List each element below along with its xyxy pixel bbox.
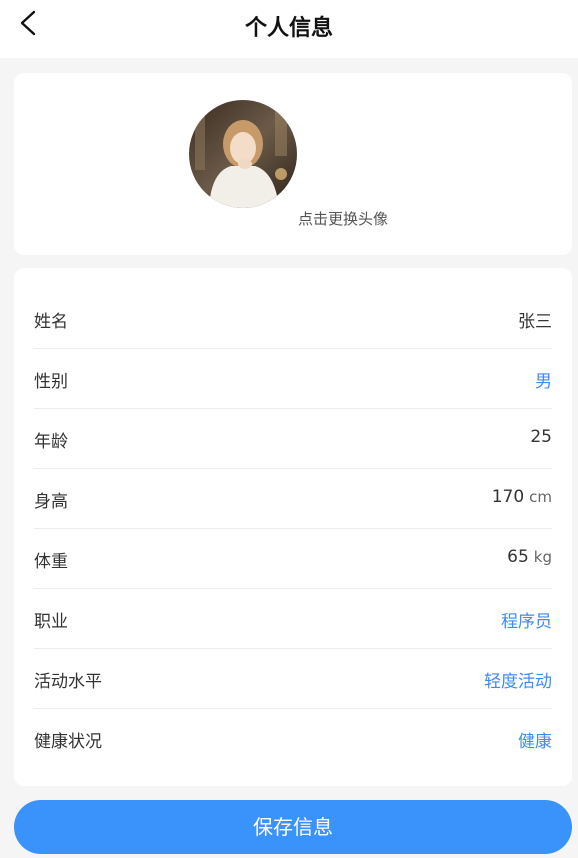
health-status-value[interactable]: 健康 <box>518 727 552 752</box>
age-label: 年龄 <box>34 432 68 452</box>
avatar-card: 点击更换头像 <box>14 73 572 255</box>
avatar[interactable] <box>189 100 297 208</box>
profile-row-name[interactable]: 姓名 张三 <box>34 288 552 349</box>
gender-value[interactable]: 男 <box>535 367 552 392</box>
profile-row-activity-level[interactable]: 活动水平 轻度活动 <box>34 648 552 709</box>
page-title: 个人信息 <box>244 16 333 41</box>
gender-label: 性别 <box>34 372 68 392</box>
weight-value-group: 65 kg <box>507 547 552 567</box>
profile-row-weight[interactable]: 体重 65 kg <box>34 528 552 589</box>
profile-row-age[interactable]: 年龄 25 <box>34 408 552 469</box>
activity-level-value[interactable]: 轻度活动 <box>484 667 552 692</box>
occupation-value[interactable]: 程序员 <box>501 607 552 632</box>
weight-value: 65 <box>507 547 529 567</box>
profile-row-height[interactable]: 身高 170 cm <box>34 468 552 529</box>
save-button[interactable]: 保存信息 <box>14 800 572 854</box>
app-header: 个人信息 <box>0 0 578 58</box>
age-value: 25 <box>530 427 552 447</box>
profile-row-occupation[interactable]: 职业 程序员 <box>34 588 552 649</box>
profile-row-gender[interactable]: 性别 男 <box>34 348 552 409</box>
avatar-photo <box>189 100 297 208</box>
height-value-group: 170 cm <box>492 487 552 507</box>
height-label: 身高 <box>34 492 68 512</box>
change-avatar-link[interactable]: 点击更换头像 <box>298 208 388 229</box>
health-status-label: 健康状况 <box>34 732 102 752</box>
name-label: 姓名 <box>34 312 68 332</box>
profile-info-card: 姓名 张三 性别 男 年龄 25 身高 170 cm 体重 65 kg 职业 程序员… <box>14 268 572 786</box>
height-value: 170 <box>491 487 525 507</box>
occupation-label: 职业 <box>34 612 68 632</box>
activity-level-label: 活动水平 <box>34 672 102 692</box>
weight-unit: kg <box>533 548 552 566</box>
weight-label: 体重 <box>34 552 68 572</box>
height-unit: cm <box>529 488 552 506</box>
profile-row-health-status[interactable]: 健康状况 健康 <box>34 708 552 768</box>
name-value: 张三 <box>518 312 552 332</box>
